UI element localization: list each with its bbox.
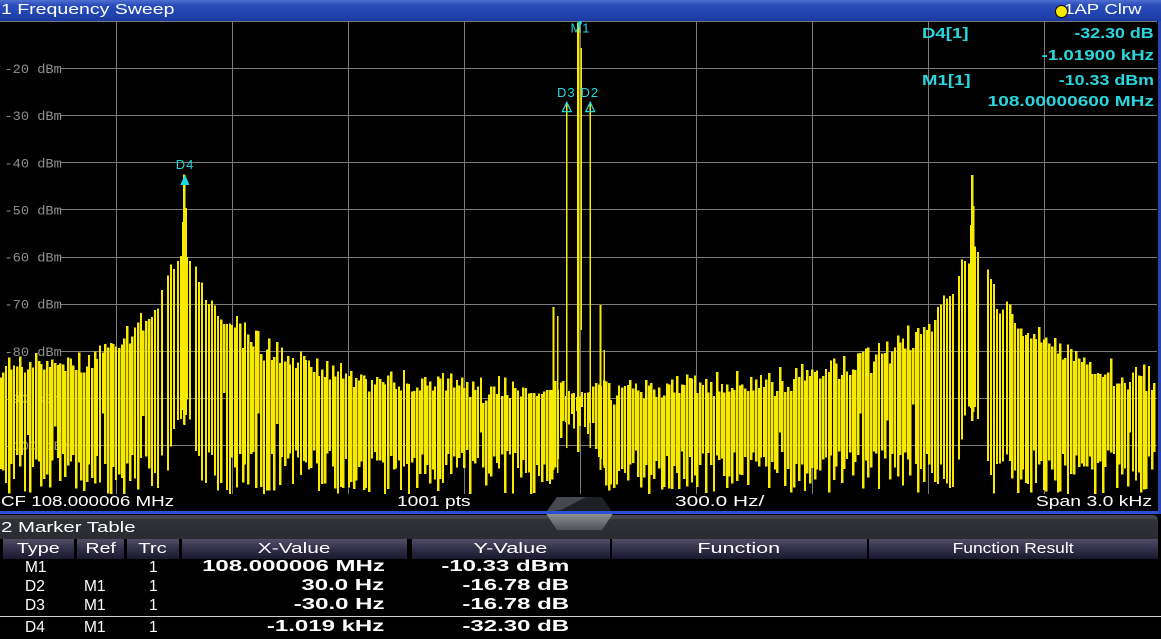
svg-text:D4: D4 [176, 157, 195, 172]
svg-text:-70 dBm: -70 dBm [5, 298, 62, 313]
svg-text:-80 dBm: -80 dBm [5, 345, 62, 360]
svg-text:-50 dBm: -50 dBm [5, 204, 62, 219]
svg-text:-60 dBm: -60 dBm [5, 251, 62, 266]
svg-text:-40 dBm: -40 dBm [5, 157, 62, 172]
